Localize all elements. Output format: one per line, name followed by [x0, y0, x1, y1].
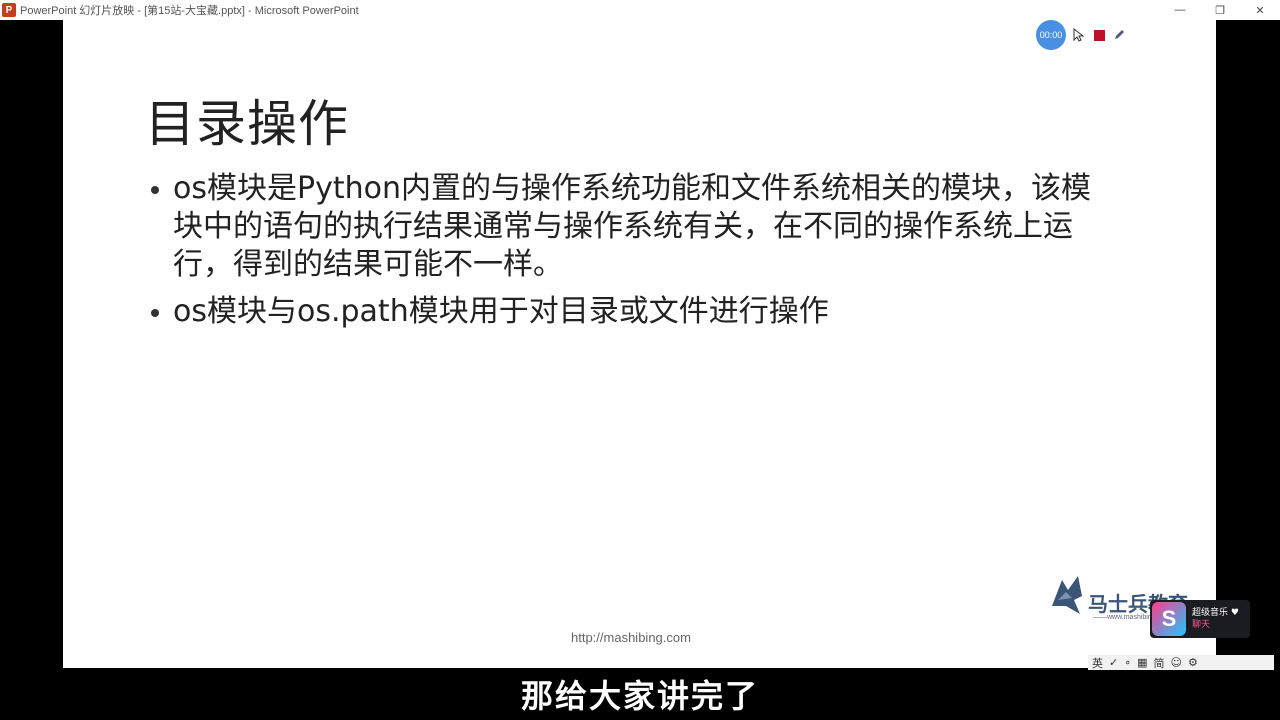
restore-button[interactable]: ❐ — [1200, 0, 1240, 20]
bullet-text: os模块与os.path模块用于对目录或文件进行操作 — [173, 294, 829, 329]
bullet-text: os模块是Python内置的与操作系统功能和文件系统相关的模块，该模块中的语句的… — [173, 171, 1091, 282]
slide-title: 目录操作 — [145, 95, 349, 153]
timer-button[interactable]: 00:00 — [1036, 20, 1066, 50]
video-subtitle: 那给大家讲完了 — [520, 677, 759, 715]
minimize-button[interactable]: — — [1160, 0, 1200, 20]
widget-subtitle: 聊天 — [1192, 620, 1211, 630]
widget-text: 超级音乐 ♥ 聊天 — [1192, 607, 1239, 631]
wolf-logo-icon — [1052, 576, 1082, 614]
bullet-list: os模块是Python内置的与操作系统功能和文件系统相关的模块，该模块中的语句的… — [151, 170, 1111, 340]
powerpoint-app-icon: P — [2, 3, 16, 17]
window-title: PowerPoint 幻灯片放映 - [第15站-大宝藏.pptx] - Mic… — [20, 5, 359, 17]
slide: 目录操作 os模块是Python内置的与操作系统功能和文件系统相关的模块，该模块… — [63, 20, 1216, 668]
widget-title: 超级音乐 ♥ — [1192, 608, 1239, 618]
bullet-dot-icon — [151, 309, 159, 317]
bullet-item: os模块是Python内置的与操作系统功能和文件系统相关的模块，该模块中的语句的… — [151, 170, 1111, 284]
music-widget[interactable]: S 超级音乐 ♥ 聊天 — [1150, 600, 1250, 638]
close-button[interactable]: ✕ — [1240, 0, 1280, 20]
footer-url: http://mashibing.com — [571, 630, 691, 645]
window-controls: — ❐ ✕ — [1160, 0, 1280, 20]
bullet-item: os模块与os.path模块用于对目录或文件进行操作 — [151, 293, 1111, 331]
bullet-dot-icon — [151, 186, 159, 194]
stop-icon[interactable] — [1092, 28, 1106, 42]
widget-badge-icon: S — [1152, 602, 1186, 636]
pen-icon[interactable] — [1112, 28, 1126, 42]
presenter-toolbar: 00:00 — [1036, 20, 1126, 50]
cursor-icon[interactable] — [1072, 28, 1086, 42]
window-titlebar: P PowerPoint 幻灯片放映 - [第15站-大宝藏.pptx] - M… — [0, 0, 1280, 20]
